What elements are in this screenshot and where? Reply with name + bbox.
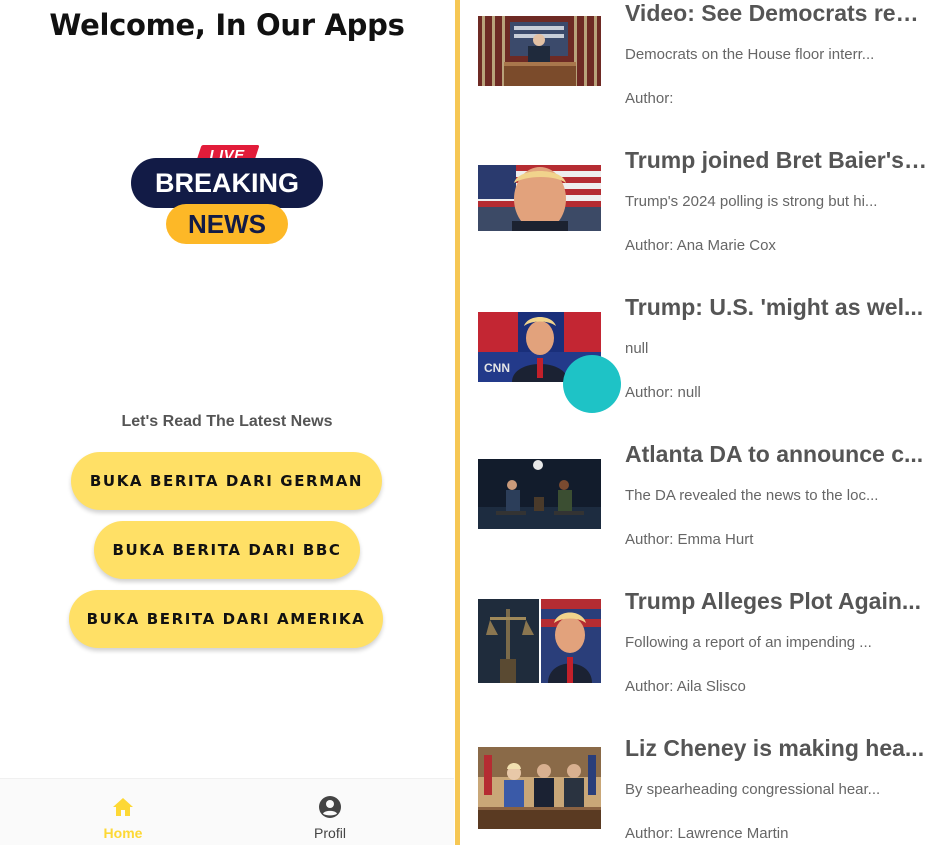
news-card[interactable]: Atlanta DA to announce c... The DA revea… (460, 437, 928, 584)
news-card[interactable]: Liz Cheney is making hea... By spearhead… (460, 731, 928, 845)
news-thumbnail (478, 599, 601, 683)
touch-indicator (563, 355, 621, 413)
news-description: null (625, 340, 649, 357)
news-title[interactable]: Trump Alleges Plot Again... (625, 588, 928, 615)
news-description: The DA revealed the news to the loc... (625, 487, 879, 504)
nav-profil[interactable]: Profil (255, 779, 405, 845)
bottom-navigation: Home Profil (0, 778, 454, 845)
news-author: Author: Aila Slisco (625, 678, 746, 695)
news-banner: NEWS (166, 204, 288, 244)
news-thumbnail (478, 165, 601, 235)
news-thumbnail (478, 747, 601, 829)
news-title[interactable]: Trump: U.S. 'might as wel... (625, 294, 928, 321)
svg-text:CNN: CNN (484, 361, 510, 375)
news-card[interactable]: CNN Trump: U.S. 'might as wel... null Au… (460, 290, 928, 437)
nav-profil-label: Profil (314, 825, 346, 841)
home-icon (113, 798, 133, 816)
news-description: Trump's 2024 polling is strong but hi... (625, 193, 878, 210)
news-list[interactable]: Video: See Democrats rep... Democrats on… (460, 0, 928, 845)
welcome-title: Welcome, In Our Apps (49, 8, 405, 42)
open-bbc-news-button[interactable]: BUKA BERITA DARI BBC (94, 521, 360, 579)
news-title[interactable]: Liz Cheney is making hea... (625, 735, 928, 762)
news-description: Following a report of an impending ... (625, 634, 872, 651)
subtitle: Let's Read The Latest News (121, 413, 333, 430)
account-circle-icon (319, 796, 341, 818)
news-card[interactable]: Trump joined Bret Baier's ... Trump's 20… (460, 143, 928, 290)
news-author: Author: Emma Hurt (625, 531, 754, 548)
nav-home[interactable]: Home (48, 779, 198, 845)
news-thumbnail (478, 459, 601, 529)
breaking-news-logo: LIVE BREAKING NEWS (130, 140, 324, 246)
news-title[interactable]: Atlanta DA to announce c... (625, 441, 928, 468)
news-description: Democrats on the House floor interr... (625, 46, 875, 63)
breaking-banner: BREAKING (131, 158, 323, 208)
news-description: By spearheading congressional hear... (625, 781, 881, 798)
open-america-news-button[interactable]: BUKA BERITA DARI AMERIKA (69, 590, 383, 648)
news-author: Author: Ana Marie Cox (625, 237, 776, 254)
news-author: Author: (625, 90, 674, 107)
news-title[interactable]: Trump joined Bret Baier's ... (625, 147, 928, 174)
news-author: Author: null (625, 384, 701, 401)
news-card[interactable]: Video: See Democrats rep... Democrats on… (460, 0, 928, 143)
news-card[interactable]: Trump Alleges Plot Again... Following a … (460, 584, 928, 731)
news-author: Author: Lawrence Martin (625, 825, 789, 842)
news-thumbnail (478, 16, 601, 86)
news-title[interactable]: Video: See Democrats rep... (625, 0, 928, 27)
nav-home-label: Home (103, 825, 143, 841)
open-german-news-button[interactable]: BUKA BERITA DARI GERMAN (71, 452, 382, 510)
home-screen: Welcome, In Our Apps LIVE BREAKING NEWS … (0, 0, 454, 845)
